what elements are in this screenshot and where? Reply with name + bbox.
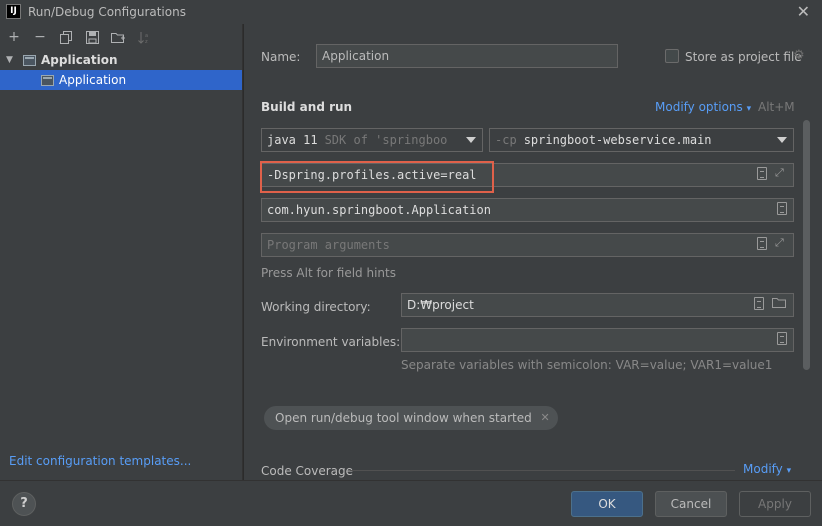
document-icon[interactable] xyxy=(777,332,787,345)
tree-item-label: Application xyxy=(59,73,127,87)
application-config-icon xyxy=(41,74,54,86)
configurations-sidebar: + − az ▼ Application Application Edit co… xyxy=(0,24,243,480)
document-icon[interactable] xyxy=(777,202,787,215)
environment-variables-input[interactable] xyxy=(401,328,794,352)
title-bar: IJ Run/Debug Configurations ✕ xyxy=(0,0,822,24)
apply-button[interactable]: Apply xyxy=(739,491,811,517)
program-arguments-placeholder: Program arguments xyxy=(267,238,390,252)
new-folder-icon[interactable] xyxy=(108,27,128,47)
chevron-down-icon: ▾ xyxy=(786,466,792,476)
help-button[interactable]: ? xyxy=(12,492,36,516)
open-tool-window-chip[interactable]: Open run/debug tool window when started … xyxy=(264,406,558,430)
add-icon[interactable]: + xyxy=(4,27,24,47)
vm-options-input[interactable]: -Dspring.profiles.active=real ⤢ xyxy=(261,163,794,187)
environment-variables-label: Environment variables: xyxy=(261,335,401,349)
folder-icon[interactable] xyxy=(772,297,787,309)
open-tool-window-label: Open run/debug tool window when started xyxy=(275,411,532,425)
tree-item-application[interactable]: Application xyxy=(0,70,242,90)
intellij-logo-icon: IJ xyxy=(6,4,21,19)
code-coverage-modify-link[interactable]: Modify ▾ xyxy=(743,462,791,476)
chevron-down-icon[interactable]: ▼ xyxy=(6,55,18,65)
copy-icon[interactable] xyxy=(56,27,76,47)
program-arguments-input[interactable]: Program arguments ⤢ xyxy=(261,233,794,257)
save-icon[interactable] xyxy=(82,27,102,47)
jdk-value: java 11 xyxy=(267,133,318,147)
document-icon[interactable] xyxy=(757,167,767,180)
cp-value: springboot-webservice.main xyxy=(523,133,712,147)
main-class-value: com.hyun.springboot.Application xyxy=(267,203,491,217)
classpath-module-select[interactable]: -cp springboot-webservice.main xyxy=(489,128,794,152)
document-icon[interactable] xyxy=(754,297,764,310)
document-icon[interactable] xyxy=(757,237,767,250)
modify-options-label: Modify options xyxy=(655,100,743,114)
gear-icon[interactable]: ⚙ xyxy=(793,48,805,63)
edit-templates-link[interactable]: Edit configuration templates... xyxy=(9,454,191,468)
close-icon[interactable]: ✕ xyxy=(797,2,810,21)
code-coverage-modify-label: Modify xyxy=(743,462,783,476)
expand-icon[interactable]: ⤢ xyxy=(775,167,787,179)
code-coverage-label: Code Coverage xyxy=(261,464,354,478)
name-label: Name: xyxy=(261,50,301,64)
window-title: Run/Debug Configurations xyxy=(28,5,186,19)
working-directory-label: Working directory: xyxy=(261,300,371,314)
tree-group-label: Application xyxy=(41,53,118,67)
working-directory-value: D:₩project xyxy=(407,298,474,312)
cancel-button[interactable]: Cancel xyxy=(655,491,727,517)
working-directory-input[interactable]: D:₩project xyxy=(401,293,794,317)
configuration-form: Name: Application Store as project file … xyxy=(244,24,822,480)
store-as-project-label: Store as project file xyxy=(685,50,802,64)
modify-options-link[interactable]: Modify options ▾ xyxy=(655,100,751,114)
sort-icon[interactable]: az xyxy=(134,27,154,47)
name-input-value: Application xyxy=(322,49,390,63)
tree-item-application-group[interactable]: ▼ Application xyxy=(0,50,242,70)
build-and-run-title: Build and run xyxy=(261,100,353,114)
jdk-detail: SDK of 'springboot-w xyxy=(324,133,447,147)
ok-button[interactable]: OK xyxy=(571,491,643,517)
environment-variables-hint: Separate variables with semicolon: VAR=v… xyxy=(401,358,773,372)
section-divider xyxy=(350,470,735,471)
name-input[interactable]: Application xyxy=(316,44,618,68)
jdk-select[interactable]: java 11 SDK of 'springboot-w xyxy=(261,128,483,152)
close-icon[interactable]: ✕ xyxy=(541,411,550,424)
chevron-down-icon xyxy=(777,137,787,143)
chevron-down-icon: ▾ xyxy=(746,104,752,114)
cp-prefix: -cp xyxy=(495,133,517,147)
remove-icon[interactable]: − xyxy=(30,27,50,47)
expand-icon[interactable]: ⤢ xyxy=(775,237,787,249)
modify-options-shortcut: Alt+M xyxy=(758,100,795,114)
svg-text:z: z xyxy=(145,39,148,44)
sidebar-toolbar: + − az xyxy=(0,24,242,50)
dialog-footer: ? OK Cancel Apply xyxy=(0,480,822,526)
field-hints-text: Press Alt for field hints xyxy=(261,266,396,280)
store-as-project-checkbox[interactable] xyxy=(665,49,679,63)
scrollbar[interactable] xyxy=(803,120,810,370)
main-class-input[interactable]: com.hyun.springboot.Application xyxy=(261,198,794,222)
vm-options-value: -Dspring.profiles.active=real xyxy=(267,168,477,182)
chevron-down-icon xyxy=(466,137,476,143)
application-config-icon xyxy=(23,54,36,66)
